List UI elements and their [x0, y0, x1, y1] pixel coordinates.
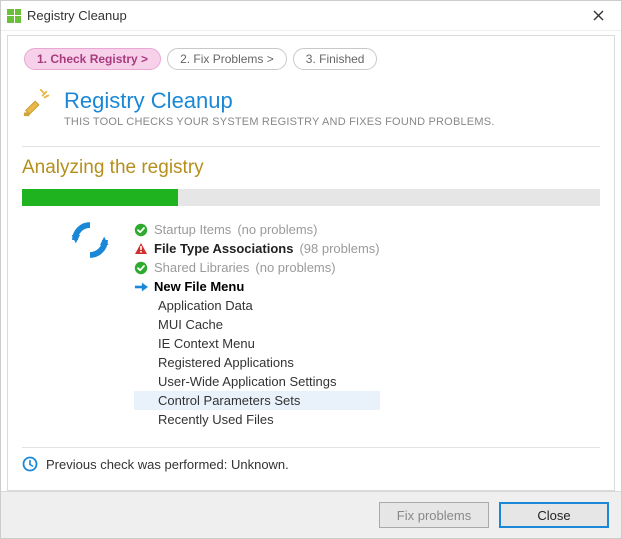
main-panel: 1. Check Registry > 2. Fix Problems > 3.… [7, 35, 615, 491]
scan-item: File Type Associations (98 problems) [134, 239, 380, 258]
scan-item-extra: (no problems) [237, 222, 317, 237]
scan-item-label: Application Data [158, 298, 253, 313]
scan-item: Registered Applications [134, 353, 380, 372]
titlebar: Registry Cleanup [1, 1, 621, 31]
page-subtitle: THIS TOOL CHECKS YOUR SYSTEM REGISTRY AN… [64, 116, 495, 128]
refresh-spinner-icon [70, 220, 110, 260]
scan-item: Application Data [134, 296, 380, 315]
scan-item-label: IE Context Menu [158, 336, 255, 351]
scan-item-label: User-Wide Application Settings [158, 374, 336, 389]
close-button[interactable]: Close [499, 502, 609, 528]
checkmark-icon [134, 261, 148, 275]
scan-item-label: Startup Items [154, 222, 231, 237]
scan-item-extra: (98 problems) [299, 241, 379, 256]
warning-icon [134, 242, 148, 256]
previous-check-label: Previous check was performed: Unknown. [46, 457, 289, 472]
scan-item: Shared Libraries (no problems) [134, 258, 380, 277]
scan-item-extra: (no problems) [255, 260, 335, 275]
clock-icon [22, 456, 38, 472]
progress-bar [22, 189, 600, 206]
scan-list: Startup Items (no problems)File Type Ass… [134, 220, 380, 429]
scan-item: IE Context Menu [134, 334, 380, 353]
scan-item: Control Parameters Sets [134, 391, 380, 410]
scan-item: Startup Items (no problems) [134, 220, 380, 239]
registry-cleanup-icon [22, 88, 52, 118]
wizard-steps: 1. Check Registry > 2. Fix Problems > 3.… [24, 48, 600, 70]
scan-item-label: New File Menu [154, 279, 244, 294]
step-check-registry[interactable]: 1. Check Registry > [24, 48, 161, 70]
scan-item-label: Registered Applications [158, 355, 294, 370]
status-heading: Analyzing the registry [22, 157, 600, 179]
page-title: Registry Cleanup [64, 88, 495, 114]
checkmark-icon [134, 223, 148, 237]
scan-area: Startup Items (no problems)File Type Ass… [22, 220, 600, 429]
scan-item-label: Control Parameters Sets [158, 393, 300, 408]
arrow-right-icon [134, 280, 148, 294]
scan-item-label: Recently Used Files [158, 412, 274, 427]
window-title: Registry Cleanup [27, 8, 127, 23]
previous-check-row: Previous check was performed: Unknown. [22, 447, 600, 472]
step-finished[interactable]: 3. Finished [293, 48, 378, 70]
scan-item-label: MUI Cache [158, 317, 223, 332]
close-icon [593, 10, 604, 21]
divider [22, 146, 600, 147]
scan-item: MUI Cache [134, 315, 380, 334]
scan-item-label: File Type Associations [154, 241, 293, 256]
scan-item-label: Shared Libraries [154, 260, 249, 275]
step-fix-problems[interactable]: 2. Fix Problems > [167, 48, 287, 70]
header: Registry Cleanup THIS TOOL CHECKS YOUR S… [22, 88, 600, 128]
window-close-button[interactable] [583, 2, 613, 30]
scan-item: New File Menu [134, 277, 380, 296]
scan-item: User-Wide Application Settings [134, 372, 380, 391]
app-icon [7, 9, 21, 23]
scan-item: Recently Used Files [134, 410, 380, 429]
footer: Fix problems Close [1, 491, 621, 538]
progress-fill [22, 189, 178, 206]
fix-problems-button[interactable]: Fix problems [379, 502, 489, 528]
